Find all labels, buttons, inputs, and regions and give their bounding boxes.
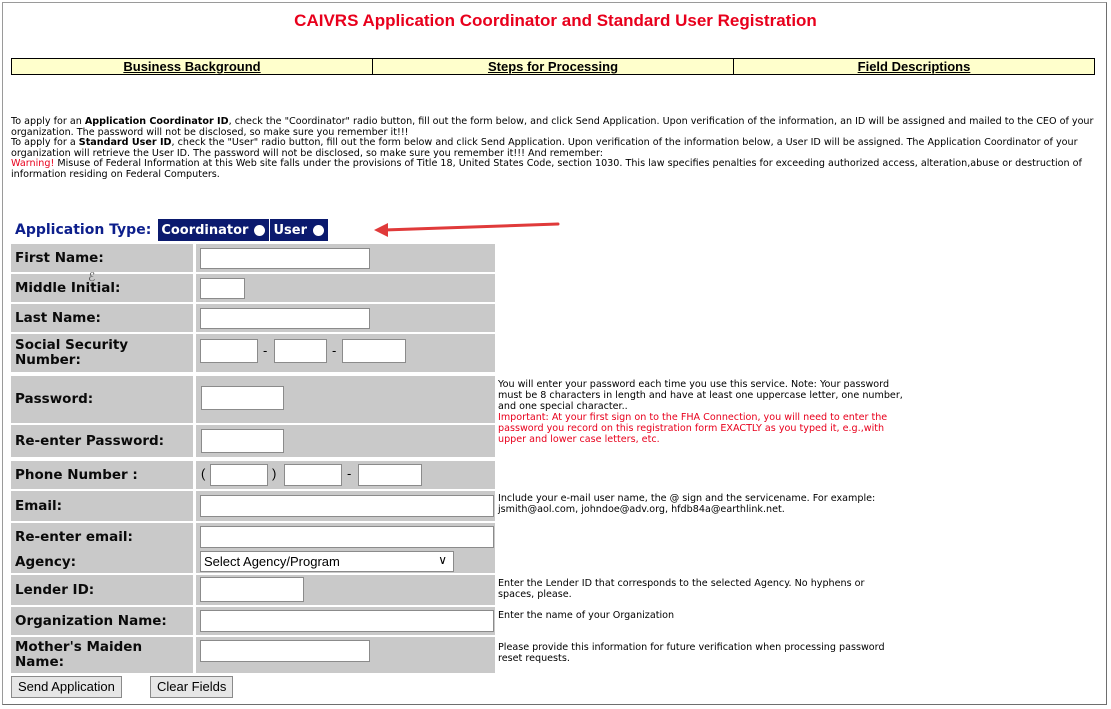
phone-prefix-input[interactable]: [284, 464, 342, 486]
last-name-input[interactable]: [200, 308, 370, 329]
phone-paren-open: (: [201, 466, 206, 481]
field-cell-agency: Select Agency/Program ∨: [196, 551, 495, 573]
help-password: You will enter your password each time y…: [498, 379, 908, 445]
help-password-note: You will enter your password each time y…: [498, 379, 903, 412]
phone-area-input[interactable]: [210, 464, 268, 486]
label-maiden-name: Mother's Maiden Name:: [11, 637, 193, 673]
radio-coordinator[interactable]: Coordinator: [158, 219, 269, 241]
radio-coordinator-input[interactable]: [254, 224, 266, 236]
field-cell-maiden-name: [196, 637, 495, 673]
field-cell-reenter-email: [196, 523, 495, 551]
nav-steps-for-processing[interactable]: Steps for Processing: [373, 59, 734, 74]
intro-p2-a: To apply for a: [11, 137, 79, 149]
label-lender-id: Lender ID:: [11, 575, 193, 605]
row-email: Email:: [11, 491, 495, 521]
red-arrow-annotation: [374, 222, 560, 237]
intro-p2-c: , check the "User" radio button, fill ou…: [11, 137, 1078, 159]
reenter-password-input[interactable]: [201, 429, 284, 453]
maiden-name-input[interactable]: [200, 640, 370, 662]
field-cell-middle-initial: [196, 274, 495, 302]
field-cell-password: [196, 376, 495, 423]
field-cell-org-name: [196, 607, 495, 635]
help-maiden: Please provide this information for futu…: [498, 642, 885, 664]
agency-select-value: Select Agency/Program: [204, 554, 340, 569]
application-type-radio-group: Coordinator User: [158, 219, 329, 241]
label-reenter-password: Re-enter Password:: [11, 425, 193, 457]
radio-user-label: User: [273, 222, 308, 238]
label-ssn: Social Security Number:: [11, 334, 193, 372]
phone-line-input[interactable]: [358, 464, 422, 486]
nav-business-background[interactable]: Business Background: [12, 59, 373, 74]
chevron-down-icon: ∨: [438, 553, 447, 567]
radio-user[interactable]: User: [269, 219, 328, 241]
row-agency: Agency: Select Agency/Program ∨: [11, 551, 495, 573]
row-lender-id: Lender ID:: [11, 575, 495, 605]
help-password-important: Important: At your first sign on to the …: [498, 412, 888, 445]
row-password: Password:: [11, 376, 495, 423]
text-cursor-icon: ℰ: [88, 270, 96, 284]
password-input[interactable]: [201, 386, 284, 410]
row-ssn: Social Security Number: - -: [11, 334, 495, 372]
help-email: Include your e-mail user name, the @ sig…: [498, 493, 876, 515]
field-cell-email: [196, 491, 495, 521]
field-cell-phone: ( ) -: [196, 461, 495, 489]
ssn-dash-2: -: [332, 343, 337, 358]
reenter-email-input[interactable]: [200, 526, 494, 548]
row-reenter-password: Re-enter Password:: [11, 425, 495, 457]
radio-user-input[interactable]: [313, 224, 325, 236]
middle-initial-input[interactable]: [200, 278, 245, 299]
field-cell-reenter-password: [196, 425, 495, 457]
row-middle-initial: Middle Initial:: [11, 274, 495, 302]
field-cell-ssn: - -: [196, 334, 495, 372]
ssn-part1-input[interactable]: [200, 339, 258, 363]
row-first-name: First Name:: [11, 244, 495, 272]
nav-field-descriptions[interactable]: Field Descriptions: [734, 59, 1094, 74]
field-cell-last-name: [196, 304, 495, 332]
intro-p1-a: To apply for an: [11, 116, 85, 127]
row-phone: Phone Number : ( ) -: [11, 461, 495, 489]
help-lender: Enter the Lender ID that corresponds to …: [498, 578, 865, 600]
first-name-input[interactable]: [200, 248, 370, 269]
phone-paren-close: ): [272, 466, 277, 481]
ssn-part2-input[interactable]: [274, 339, 327, 363]
application-type-label: Application Type:: [15, 222, 152, 238]
label-agency: Agency:: [11, 551, 193, 573]
intro-p2-b: Standard User ID: [78, 137, 172, 149]
row-org-name: Organization Name:: [11, 607, 495, 635]
page-title: CAIVRS Application Coordinator and Stand…: [294, 11, 817, 30]
warning-label: Warning!: [11, 158, 55, 170]
row-reenter-email: Re-enter email:: [11, 523, 495, 551]
lender-id-input[interactable]: [200, 577, 304, 602]
intro-text: To apply for an Application Coordinator …: [11, 116, 1101, 181]
ssn-dash-1: -: [263, 343, 268, 358]
label-phone: Phone Number :: [11, 461, 193, 489]
email-input[interactable]: [200, 495, 494, 517]
radio-coordinator-label: Coordinator: [161, 222, 249, 238]
help-org: Enter the name of your Organization: [498, 610, 675, 621]
label-org-name: Organization Name:: [11, 607, 193, 635]
ssn-part3-input[interactable]: [342, 339, 406, 363]
label-password: Password:: [11, 376, 193, 423]
clear-fields-button[interactable]: Clear Fields: [150, 676, 234, 698]
application-type-row: Application Type: Coordinator User: [15, 219, 329, 241]
phone-dash: -: [347, 466, 352, 481]
send-application-button[interactable]: Send Application: [11, 676, 122, 698]
intro-p1-b: Application Coordinator ID: [84, 116, 229, 127]
row-last-name: Last Name:: [11, 304, 495, 332]
label-middle-initial: Middle Initial:: [11, 274, 193, 302]
label-reenter-email: Re-enter email:: [11, 523, 193, 551]
top-nav: Business Background Steps for Processing…: [11, 58, 1095, 75]
warning-text: Misuse of Federal Information at this We…: [11, 158, 1082, 180]
org-name-input[interactable]: [200, 610, 494, 632]
label-last-name: Last Name:: [11, 304, 193, 332]
label-first-name: First Name:: [11, 244, 193, 272]
field-cell-first-name: [196, 244, 495, 272]
label-email: Email:: [11, 491, 193, 521]
field-cell-lender-id: [196, 575, 495, 605]
row-maiden-name: Mother's Maiden Name:: [11, 637, 495, 673]
agency-select[interactable]: Select Agency/Program ∨: [200, 551, 454, 572]
